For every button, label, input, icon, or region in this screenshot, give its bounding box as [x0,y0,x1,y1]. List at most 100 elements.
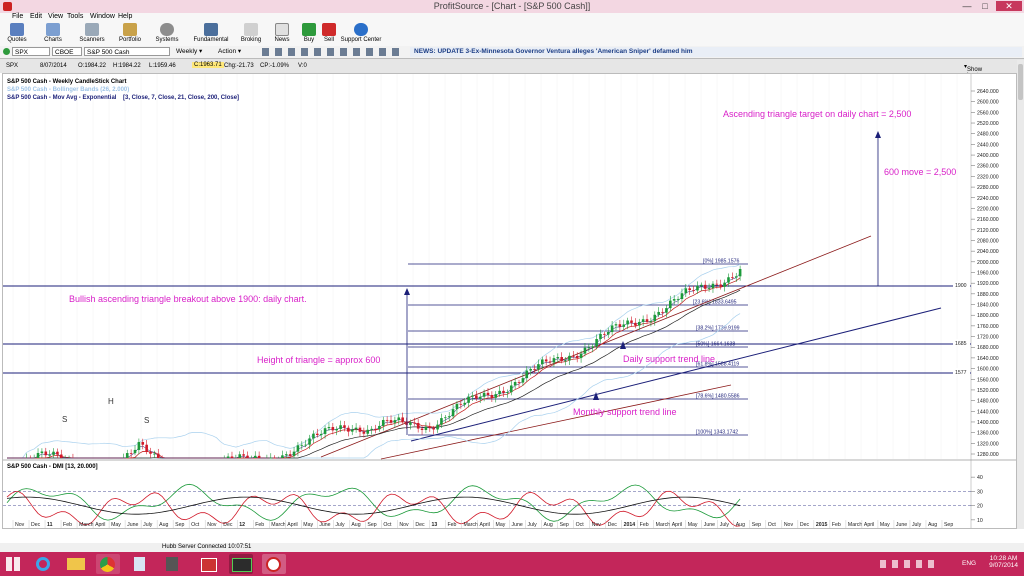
candle-body [560,357,563,361]
candle-body [614,324,618,326]
close-button[interactable]: ✕ [996,1,1022,11]
calculator-icon[interactable] [160,554,184,574]
time-tick-label: March [79,522,94,528]
candle-body [521,378,525,383]
quotes-button[interactable]: Quotes [4,23,30,43]
ie-icon[interactable] [32,554,56,574]
fib-label: [0%] 1985.1576 [703,259,739,265]
candle-body [634,322,637,326]
time-tick-label: Nov [784,522,794,528]
menu-help[interactable]: Help [118,13,132,20]
time-tick-label: 12 [239,522,245,528]
move-annotation: 600 move = 2,500 [884,167,956,177]
symbol-input[interactable]: SPX [12,47,50,56]
candle-body [684,288,688,294]
price-tick-label: 2080.000 [977,238,999,244]
candle-body [641,319,645,322]
time-tick-label: July [143,522,153,528]
candle-body [246,455,249,458]
security-name-input[interactable]: S&P 500 Cash [84,47,170,56]
scrollbar-thumb[interactable] [1018,64,1023,100]
buy-button[interactable]: Buy [299,23,319,43]
profitsource-task-icon[interactable] [262,554,286,574]
start-button[interactable] [6,557,20,571]
price-tick-label: 1400.000 [977,420,999,426]
candle-body [591,346,595,348]
period-select[interactable]: Weekly ▾ [176,47,202,55]
candle-body [153,453,156,455]
media-icon[interactable] [197,554,221,574]
time-tick-label: July [335,522,345,528]
news-ticker[interactable]: NEWS: UPDATE 3-Ex-Minnesota Governor Ven… [410,47,1022,57]
quote-change-percent: CP:-1.09% [260,63,290,69]
time-tick-label: Feb [832,522,841,528]
time-tick-label: Sep [175,522,184,528]
sell-button[interactable]: Sell [319,23,339,43]
candle-body [587,347,591,349]
candle-body [459,403,463,405]
candle-body [637,321,641,326]
fib-label: [100%] 1343.1742 [696,430,738,436]
time-tick-label: Dec [223,522,233,528]
time-tick-label: May [688,522,698,528]
portfolio-button[interactable]: Portfolio [115,23,145,43]
app-go-icon[interactable] [229,554,253,574]
charts-button[interactable]: Charts [40,23,66,43]
candle-body [509,385,513,393]
vertical-scrollbar[interactable] [1017,60,1024,529]
tray-icons[interactable] [880,560,940,568]
candle-body [323,428,327,434]
candle-body [40,451,44,453]
time-tick-label: June [127,522,138,528]
support-center-button[interactable]: Support Center [340,23,382,43]
file-explorer-icon[interactable] [64,554,88,574]
broking-button[interactable]: Broking [238,23,264,43]
time-tick-label: Feb [255,522,264,528]
price-chart[interactable]: 2640.000 2600.000 2560.000 2520.000 2480.000… [3,74,1016,528]
candle-body [463,402,467,405]
candle-body [595,339,598,347]
candle-body [304,444,307,446]
scanners-label: Scanners [79,37,105,43]
system-clock[interactable]: 10:28 AM 9/07/2014 [989,555,1018,569]
menu-tools[interactable]: Tools [67,13,83,20]
chart-tools-strip[interactable] [262,48,402,56]
time-tick-label: Nov [15,522,25,528]
fundamental-button[interactable]: Fundamental [191,23,231,43]
candle-body [358,427,362,432]
candle-body [533,368,536,370]
candle-body [556,357,560,359]
systems-button[interactable]: Systems [153,23,181,43]
time-tick-label: Aug [928,522,937,528]
minimize-button[interactable]: — [958,1,976,11]
candle-body [52,451,55,455]
time-tick-label: Sep [560,522,569,528]
candle-body [393,420,397,423]
menu-view[interactable]: View [48,13,63,20]
help-icon [354,23,368,36]
menu-edit[interactable]: Edit [30,13,42,20]
action-menu[interactable]: Action ▾ [218,47,241,55]
menu-file[interactable]: File [12,13,23,20]
dmi-tick-label: 40 [977,475,983,481]
notepad-icon[interactable] [128,554,152,574]
shoulder-left-label: S [62,415,67,424]
support-center-label: Support Center [340,37,382,43]
candle-body [412,422,416,424]
scanners-button[interactable]: Scanners [77,23,107,43]
maximize-button[interactable]: □ [976,1,994,11]
candle-body [525,370,529,379]
exchange-input[interactable]: CBOE [52,47,82,56]
show-last-toggle[interactable]: ▾ Show Last [964,63,982,79]
price-tick-label: 1760.000 [977,324,999,330]
menu-window[interactable]: Window [90,13,115,20]
chart-panel[interactable]: 2640.000 2600.000 2560.000 2520.000 2480.000… [2,73,1017,529]
language-indicator[interactable]: ENG [962,560,976,567]
news-button[interactable]: News [271,23,293,43]
price-tick-label: 2200.000 [977,206,999,212]
chrome-icon[interactable] [96,554,120,574]
candle-body [444,417,447,419]
candle-body [599,333,602,340]
candle-body [451,409,455,417]
daily-support-annotation: Daily support trend line [623,354,715,364]
